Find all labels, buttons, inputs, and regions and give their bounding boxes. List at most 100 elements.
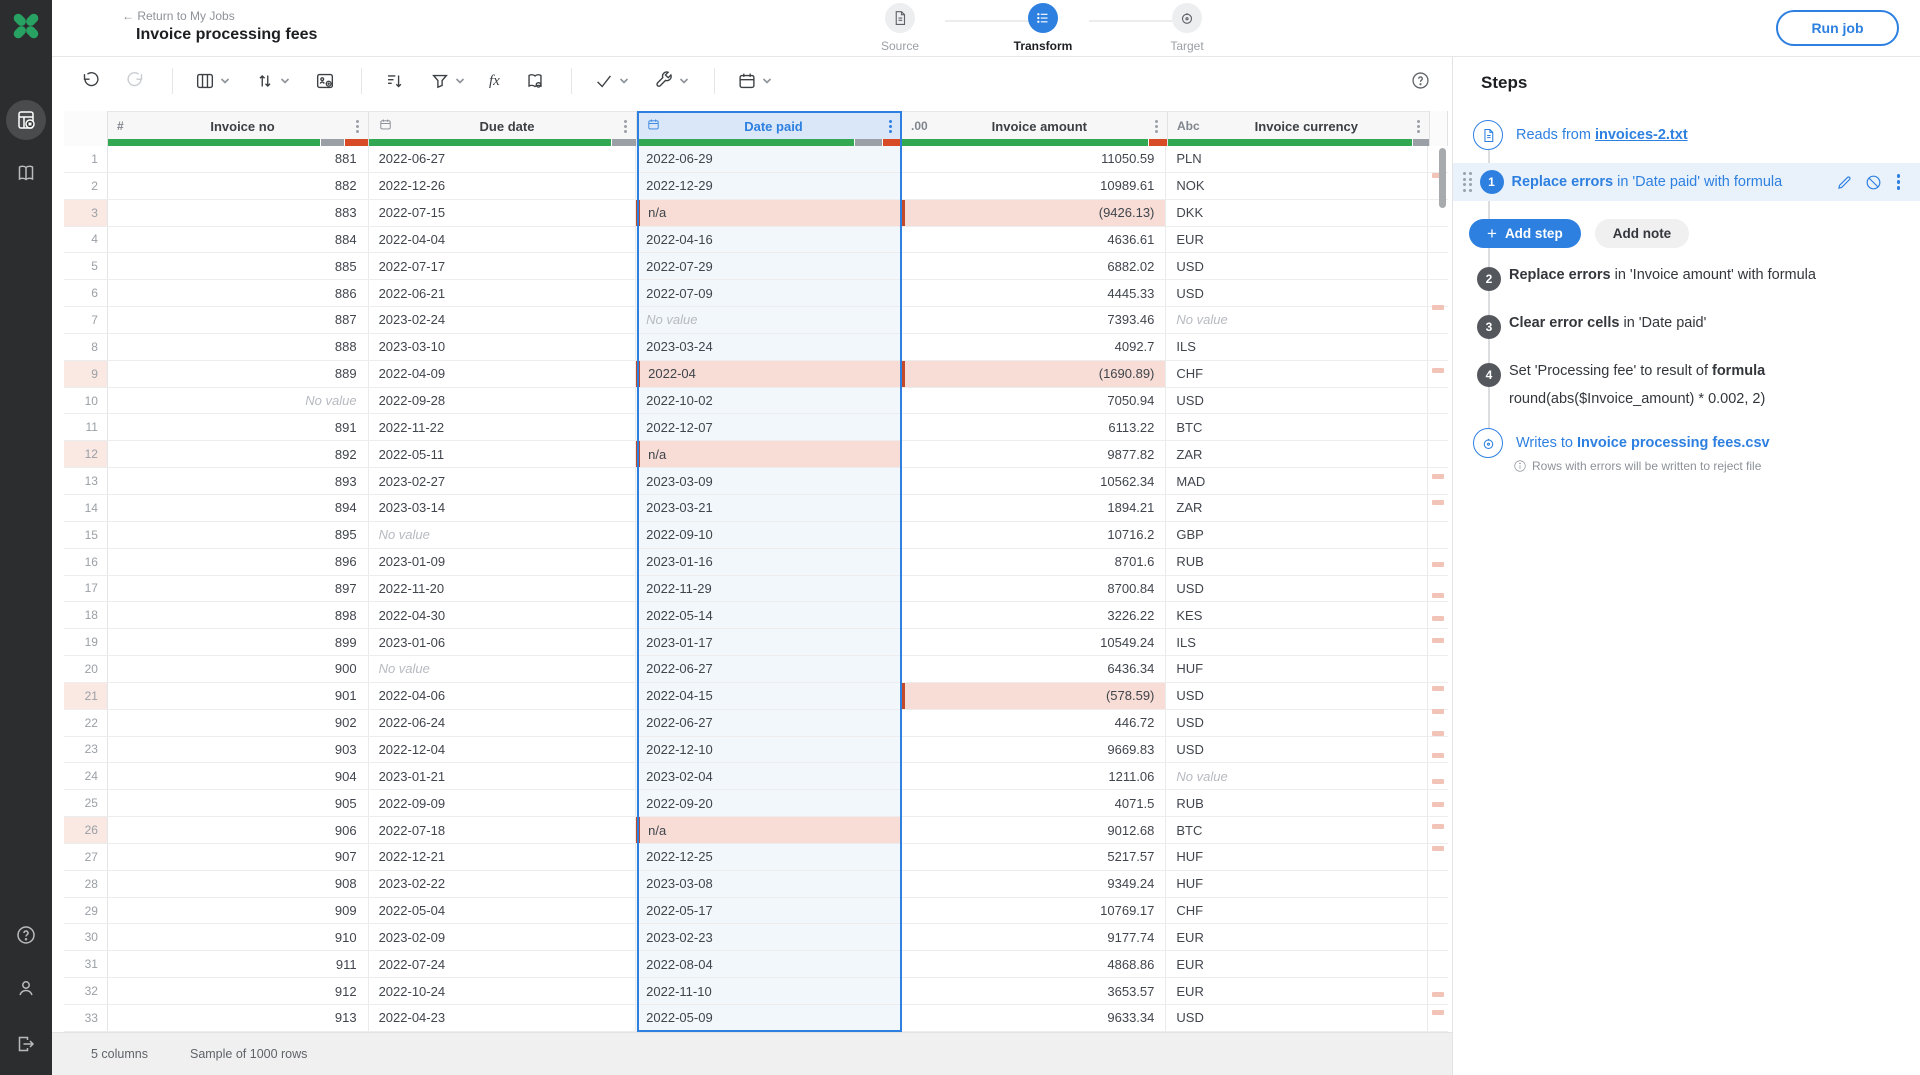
column-header-invoice_no[interactable]: #Invoice no [108, 111, 369, 146]
cell-due[interactable]: 2022-09-09 [369, 790, 637, 816]
columns-button[interactable] [189, 66, 235, 96]
cell-amount[interactable]: 7393.46 [901, 307, 1167, 333]
cell-invoice_no[interactable]: 896 [108, 549, 369, 575]
cell-paid[interactable]: 2022-09-20 [636, 790, 901, 816]
cell-due[interactable]: 2022-10-24 [369, 978, 637, 1004]
cell-due[interactable]: 2023-02-27 [369, 468, 637, 494]
row-number[interactable]: 24 [64, 763, 108, 789]
row-number[interactable]: 18 [64, 602, 108, 628]
return-to-jobs-link[interactable]: ← Return to My Jobs [122, 9, 235, 23]
edit-pencil-icon[interactable] [1835, 173, 1854, 192]
row-number[interactable]: 5 [64, 253, 108, 279]
sidebar-item-jobs[interactable] [6, 100, 46, 140]
cell-paid[interactable]: 2023-02-04 [636, 763, 901, 789]
cell-currency[interactable]: NOK [1166, 173, 1428, 199]
cell-amount[interactable]: 11050.59 [901, 146, 1167, 172]
cell-due[interactable]: 2022-04-06 [369, 683, 637, 709]
writes-to-label[interactable]: Writes to Invoice processing fees.csv [1516, 435, 1770, 451]
cell-due[interactable]: 2022-12-26 [369, 173, 637, 199]
column-header-currency[interactable]: AbcInvoice currency [1168, 111, 1430, 146]
add-note-button[interactable]: Add note [1595, 219, 1690, 248]
cell-due[interactable]: 2022-05-11 [369, 441, 637, 467]
reads-from-label[interactable]: Reads from invoices-2.txt [1516, 127, 1688, 143]
step-row-2[interactable]: 2Replace errors in 'Invoice amount' with… [1477, 267, 1816, 291]
cell-currency[interactable]: RUB [1166, 790, 1428, 816]
vertical-scrollbar-thumb[interactable] [1439, 148, 1446, 208]
cell-due[interactable]: No value [369, 656, 637, 682]
cell-currency[interactable]: USD [1166, 388, 1428, 414]
cell-paid[interactable]: 2022-12-29 [636, 173, 901, 199]
cell-paid[interactable]: 2022-11-29 [636, 576, 901, 602]
cell-due[interactable]: 2022-09-28 [369, 388, 637, 414]
cell-invoice_no[interactable]: 886 [108, 280, 369, 306]
validate-button[interactable] [588, 66, 634, 96]
cell-due[interactable]: 2022-07-18 [369, 817, 637, 843]
cell-invoice_no[interactable]: 882 [108, 173, 369, 199]
cell-currency[interactable]: ZAR [1166, 495, 1428, 521]
row-number[interactable]: 30 [64, 924, 108, 950]
row-number[interactable]: 13 [64, 468, 108, 494]
row-number[interactable]: 6 [64, 280, 108, 306]
row-number[interactable]: 11 [64, 414, 108, 440]
undo-button[interactable] [74, 66, 106, 96]
row-number[interactable]: 33 [64, 1005, 108, 1031]
cell-paid[interactable]: 2023-03-08 [636, 871, 901, 897]
cell-due[interactable]: 2022-12-21 [369, 844, 637, 870]
cell-due[interactable]: 2023-03-14 [369, 495, 637, 521]
cell-paid[interactable]: 2023-03-24 [636, 334, 901, 360]
cell-paid[interactable]: 2023-02-23 [636, 924, 901, 950]
sidebar-item-signout[interactable] [6, 1024, 46, 1064]
cell-due[interactable]: 2022-07-15 [369, 200, 637, 226]
cell-invoice_no[interactable]: 913 [108, 1005, 369, 1031]
row-number[interactable]: 16 [64, 549, 108, 575]
cell-paid[interactable]: n/a [636, 441, 901, 467]
row-number[interactable]: 26 [64, 817, 108, 843]
stepper-source[interactable]: Source [845, 3, 955, 53]
cell-paid[interactable]: 2022-05-14 [636, 602, 901, 628]
cell-amount[interactable]: 7050.94 [901, 388, 1167, 414]
cell-paid[interactable]: 2022-12-07 [636, 414, 901, 440]
cell-currency[interactable]: USD [1166, 253, 1428, 279]
run-job-button[interactable]: Run job [1776, 10, 1899, 46]
cell-due[interactable]: 2023-03-10 [369, 334, 637, 360]
row-number[interactable]: 21 [64, 683, 108, 709]
cell-amount[interactable]: (9426.13) [901, 200, 1167, 226]
cell-amount[interactable]: 10716.2 [901, 522, 1167, 548]
step-row-selected[interactable]: 1 Replace errors in 'Date paid' with for… [1453, 163, 1920, 201]
row-number[interactable]: 7 [64, 307, 108, 333]
cell-currency[interactable]: USD [1166, 683, 1428, 709]
cell-paid[interactable]: 2022-06-27 [636, 656, 901, 682]
cell-due[interactable]: 2022-06-27 [369, 146, 637, 172]
cell-paid[interactable]: 2022-08-04 [636, 951, 901, 977]
source-step[interactable]: Reads from invoices-2.txt [1473, 120, 1688, 150]
toolbar-help-button[interactable] [1410, 70, 1431, 96]
cell-due[interactable]: No value [369, 522, 637, 548]
row-number[interactable]: 31 [64, 951, 108, 977]
cell-amount[interactable]: 5217.57 [901, 844, 1167, 870]
cell-invoice_no[interactable]: 901 [108, 683, 369, 709]
target-step[interactable]: Writes to Invoice processing fees.csv [1473, 428, 1770, 458]
cell-due[interactable]: 2022-12-04 [369, 737, 637, 763]
cell-invoice_no[interactable]: 910 [108, 924, 369, 950]
cell-currency[interactable]: CHF [1166, 361, 1428, 387]
cell-invoice_no[interactable]: 909 [108, 898, 369, 924]
cell-currency[interactable]: EUR [1166, 227, 1428, 253]
sidebar-item-help[interactable] [6, 915, 46, 955]
cell-invoice_no[interactable]: 912 [108, 978, 369, 1004]
cell-paid[interactable]: n/a [636, 200, 901, 226]
cell-currency[interactable]: USD [1166, 710, 1428, 736]
drag-handle-icon[interactable] [1463, 172, 1472, 192]
cell-currency[interactable]: USD [1166, 576, 1428, 602]
row-number[interactable]: 14 [64, 495, 108, 521]
cell-currency[interactable]: HUF [1166, 871, 1428, 897]
row-number[interactable]: 17 [64, 576, 108, 602]
cell-paid[interactable]: 2022-07-29 [636, 253, 901, 279]
cell-amount[interactable]: 4445.33 [901, 280, 1167, 306]
disable-icon[interactable] [1864, 173, 1883, 192]
row-sort-button[interactable] [378, 66, 410, 96]
column-header-paid[interactable]: Date paid [637, 111, 902, 146]
cell-paid[interactable]: n/a [636, 817, 901, 843]
cell-currency[interactable]: PLN [1166, 146, 1428, 172]
cell-due[interactable]: 2022-06-24 [369, 710, 637, 736]
cell-amount[interactable]: 3226.22 [901, 602, 1167, 628]
